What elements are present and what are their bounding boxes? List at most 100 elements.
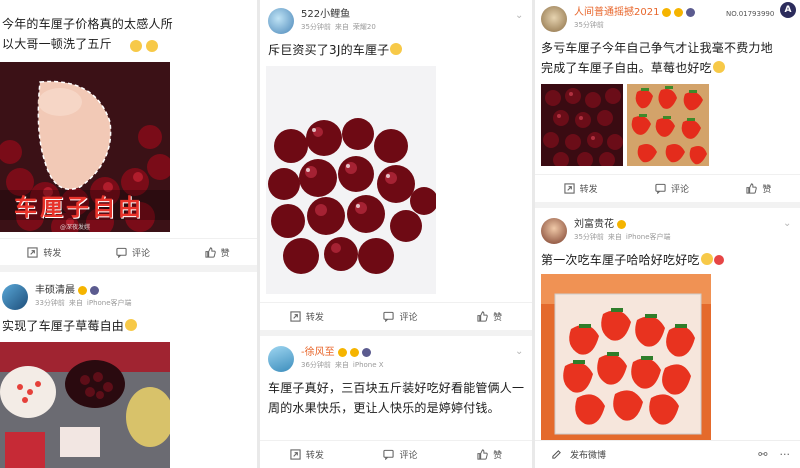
post-from-label: 来自 bbox=[607, 233, 622, 241]
level-badge-icon bbox=[78, 286, 87, 295]
feed-column-2: 522小鲤鱼 35分钟前 来自 荣耀20 ⌄ 斥巨资买了3J的车厘子 转发 评论… bbox=[260, 0, 532, 468]
repost-button[interactable]: 转发 bbox=[27, 246, 61, 259]
emoji-icon bbox=[130, 40, 142, 52]
compose-button[interactable]: 发布微博 bbox=[570, 448, 606, 461]
post-image[interactable] bbox=[0, 342, 170, 468]
avatar[interactable] bbox=[268, 8, 294, 34]
thumbs-up-icon bbox=[205, 247, 216, 258]
cherry-emoji-icon bbox=[713, 255, 724, 265]
comment-button[interactable]: 评论 bbox=[383, 448, 417, 461]
like-label: 赞 bbox=[762, 185, 772, 195]
like-button[interactable]: 赞 bbox=[746, 182, 771, 195]
post-card[interactable]: 人间普通摇撼2021 35分钟前 NO.01793990 A 多亏车厘子今年自己… bbox=[535, 0, 800, 202]
post-actions: 转发 评论 赞 bbox=[535, 174, 800, 202]
avengers-badge-icon: A bbox=[780, 2, 796, 18]
cherries-photo bbox=[266, 66, 436, 294]
bottom-bar: 发布微博 ⚯ ··· bbox=[535, 440, 800, 468]
like-button[interactable]: 赞 bbox=[477, 448, 502, 461]
comment-button[interactable]: 评论 bbox=[655, 182, 689, 195]
post-device: 荣耀20 bbox=[352, 23, 376, 31]
image-banner-text: 车厘子自由 bbox=[14, 195, 144, 221]
emoji-badge-icon bbox=[662, 8, 672, 17]
user-name[interactable]: 丰硕清晨 bbox=[35, 284, 75, 297]
emoji-badge-icon bbox=[617, 220, 626, 229]
compose-icon bbox=[552, 450, 561, 459]
post-image[interactable] bbox=[266, 66, 436, 294]
image-watermark: @深夜发媸 bbox=[60, 224, 91, 231]
avatar[interactable] bbox=[541, 6, 567, 32]
repost-icon bbox=[290, 449, 301, 460]
comment-button[interactable]: 评论 bbox=[116, 246, 150, 259]
post-text-content: 多亏车厘子今年自己争气才让我毫不费力地完成了车厘子自由。草莓也好吃 bbox=[541, 41, 773, 75]
user-name[interactable]: 人间普通摇撼2021 bbox=[574, 6, 659, 19]
repost-button[interactable]: 转发 bbox=[564, 182, 598, 195]
post-card[interactable]: -徐风至 36分钟前 来自 iPhone X ⌄ 车厘子真好，三百块五斤装好吃好看能… bbox=[260, 336, 532, 468]
fruit-table-photo bbox=[0, 342, 170, 468]
emoji-icon bbox=[712, 61, 725, 73]
post-time: 35分钟前 bbox=[301, 23, 331, 31]
repost-icon bbox=[564, 183, 575, 194]
like-button[interactable]: 赞 bbox=[205, 246, 230, 259]
repost-icon bbox=[27, 247, 38, 258]
thumbs-up-icon bbox=[477, 311, 488, 322]
post-text: 斥巨资买了3J的车厘子 bbox=[268, 40, 403, 60]
like-label: 赞 bbox=[493, 451, 503, 461]
post-actions: 转发 评论 赞 bbox=[260, 440, 532, 468]
avatar[interactable] bbox=[541, 218, 567, 244]
post-card[interactable]: 今年的车厘子价格真的太感人所以大哥一顿洗了五斤 车厘子自由 @深夜发媸 转发 评… bbox=[0, 0, 257, 265]
post-time: 35分钟前 bbox=[574, 21, 604, 29]
post-image-strawberries[interactable] bbox=[627, 84, 709, 166]
user-name[interactable]: 522小鲤鱼 bbox=[301, 8, 350, 21]
thumbs-up-icon bbox=[477, 449, 488, 460]
user-name[interactable]: -徐风至 bbox=[301, 346, 335, 359]
comment-button[interactable]: 评论 bbox=[383, 310, 417, 323]
post-text: 实现了车厘子草莓自由 bbox=[2, 316, 138, 336]
comment-icon bbox=[116, 247, 127, 258]
post-card[interactable]: 刘富贵花 35分钟前 来自 iPhone客户端 ⌄ 第一次吃车厘子哈哈好吃好吃 bbox=[535, 208, 800, 440]
thumbs-up-icon bbox=[746, 183, 758, 194]
post-image[interactable] bbox=[541, 274, 711, 440]
chevron-down-icon[interactable]: ⌄ bbox=[515, 10, 523, 21]
feed-column-1: 今年的车厘子价格真的太感人所以大哥一顿洗了五斤 车厘子自由 @深夜发媸 转发 评… bbox=[0, 0, 257, 468]
avatar[interactable] bbox=[268, 346, 294, 372]
chevron-down-icon[interactable]: ⌄ bbox=[783, 218, 791, 229]
vip-badge-icon bbox=[361, 348, 371, 357]
post-card[interactable]: 丰硕清晨 33分钟前 来自 iPhone客户端 实现了车厘子草莓自由 bbox=[0, 272, 257, 468]
like-button[interactable]: 赞 bbox=[477, 310, 502, 323]
post-image-cherries[interactable] bbox=[541, 84, 623, 166]
emoji-icon bbox=[390, 43, 403, 55]
post-actions: 转发 评论 赞 bbox=[260, 302, 532, 330]
repost-label: 转发 bbox=[305, 313, 324, 323]
post-image[interactable]: 车厘子自由 @深夜发媸 bbox=[0, 62, 170, 232]
emoji-icon bbox=[125, 319, 138, 331]
strawberries-thumb bbox=[627, 84, 709, 166]
feed-column-3: 人间普通摇撼2021 35分钟前 NO.01793990 A 多亏车厘子今年自己… bbox=[535, 0, 800, 468]
like-label: 赞 bbox=[493, 313, 503, 323]
like-label: 赞 bbox=[220, 249, 230, 259]
comment-label: 评论 bbox=[399, 313, 418, 323]
more-icon[interactable]: ··· bbox=[780, 448, 791, 461]
emoji-icon bbox=[146, 40, 158, 52]
repost-button[interactable]: 转发 bbox=[290, 448, 324, 461]
post-from-label: 来自 bbox=[334, 361, 349, 369]
post-time: 33分钟前 bbox=[35, 299, 65, 307]
post-card[interactable]: 522小鲤鱼 35分钟前 来自 荣耀20 ⌄ 斥巨资买了3J的车厘子 转发 评论… bbox=[260, 0, 532, 330]
level-badge-icon bbox=[337, 348, 347, 357]
repost-label: 转发 bbox=[305, 451, 324, 461]
post-text: 多亏车厘子今年自己争气才让我毫不费力地完成了车厘子自由。草莓也好吃 bbox=[541, 38, 781, 78]
user-name[interactable]: 刘富贵花 bbox=[574, 218, 614, 231]
vip-badge-icon bbox=[90, 286, 99, 295]
post-device: iPhone X bbox=[352, 361, 384, 369]
repost-button[interactable]: 转发 bbox=[290, 310, 324, 323]
comment-icon bbox=[655, 183, 666, 194]
fan-id-label: NO.01793990 bbox=[726, 10, 775, 18]
share-icon[interactable]: ⚯ bbox=[758, 448, 767, 461]
comment-label: 评论 bbox=[131, 249, 150, 259]
post-time: 36分钟前 bbox=[301, 361, 331, 369]
comment-icon bbox=[383, 311, 395, 322]
avatar[interactable] bbox=[2, 284, 28, 310]
chevron-down-icon[interactable]: ⌄ bbox=[515, 346, 523, 357]
post-text: 第一次吃车厘子哈哈好吃好吃 bbox=[541, 250, 724, 270]
repost-label: 转发 bbox=[579, 185, 598, 195]
comment-label: 评论 bbox=[670, 185, 689, 195]
